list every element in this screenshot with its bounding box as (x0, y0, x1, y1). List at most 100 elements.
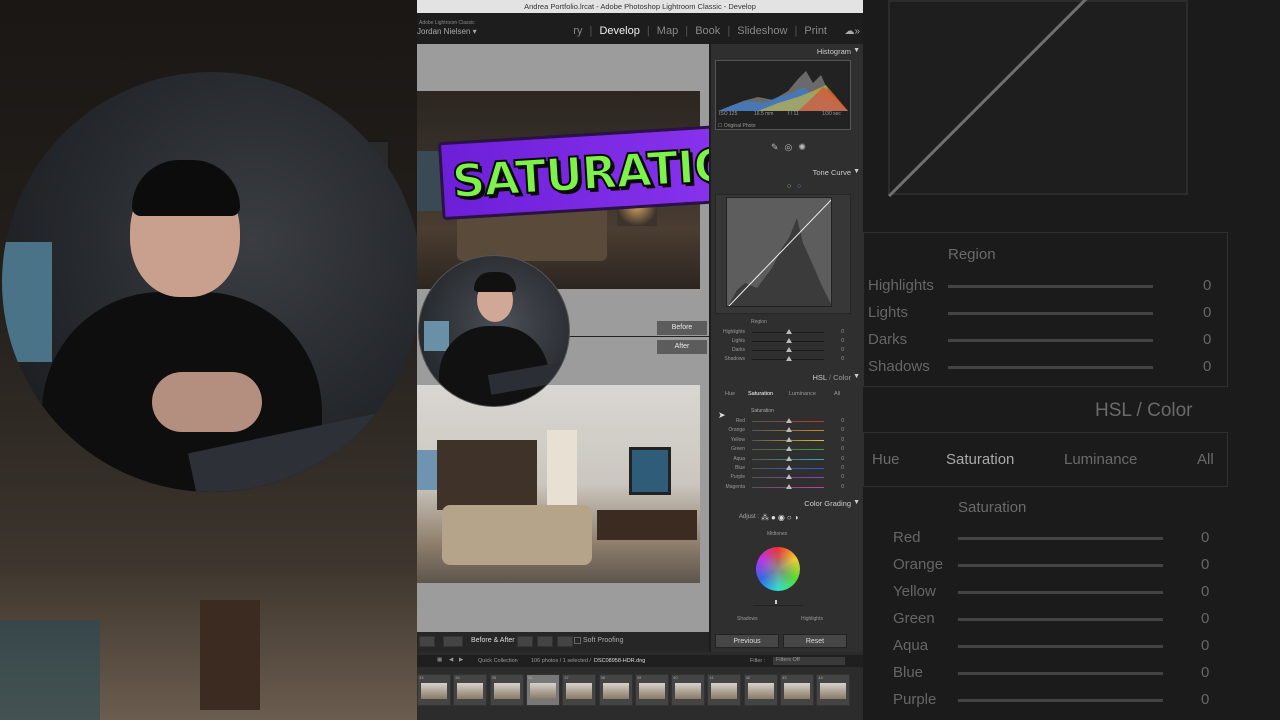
before-after-view-button[interactable] (443, 636, 463, 647)
module-develop[interactable]: Develop (599, 25, 639, 37)
row-value: 0 (841, 338, 844, 344)
region-darks-row[interactable]: Darks 0 (714, 347, 844, 355)
hsl-color-header[interactable]: HSL / Color (812, 373, 851, 382)
filmstrip-thumbnail[interactable]: 42 (743, 674, 778, 706)
slider-knob[interactable] (786, 347, 792, 352)
hsl-row-value: 0 (841, 436, 844, 443)
identity-plate: Adobe Lightroom Classic Jordan Nielsen ▾… (417, 13, 863, 44)
module-book[interactable]: Book (695, 25, 720, 37)
region-lights-row[interactable]: Lights 0 (714, 338, 844, 346)
filmstrip-thumbnail[interactable]: 40 (671, 674, 706, 706)
reset-button[interactable]: Reset (783, 634, 847, 648)
highlights-mode-icon[interactable]: ○ (787, 513, 794, 522)
tone-curve-graph[interactable] (726, 197, 832, 307)
filmstrip-thumbnail[interactable]: 39 (634, 674, 669, 706)
hsl-row-red[interactable]: Red 0 (714, 418, 844, 426)
luminance-slider-track[interactable] (753, 605, 803, 606)
color-grading-collapse-icon[interactable]: ▼ (853, 499, 860, 506)
tab-hue[interactable]: Hue (725, 391, 735, 397)
nav-back-icon[interactable]: ◀ (449, 657, 453, 663)
background-row-label: Shadows (868, 358, 930, 375)
histogram[interactable]: ISO 125 16.5 mm f / 11 1/30 sec (715, 60, 851, 130)
background-hsl-row-track (958, 618, 1163, 621)
filmstrip-thumbnail[interactable]: 37 (562, 674, 597, 706)
original-photo-checkbox[interactable]: ☐ Original Photo (718, 123, 756, 129)
module-map[interactable]: Map (657, 25, 678, 37)
hsl-slider-knob[interactable] (786, 427, 792, 433)
filmstrip-thumbnail[interactable]: 34 (453, 674, 488, 706)
swap-settings-button[interactable] (557, 636, 573, 647)
histogram-collapse-icon[interactable]: ▼ (853, 47, 860, 54)
color-grading-header[interactable]: Color Grading (804, 499, 851, 508)
hsl-row-purple[interactable]: Purple 0 (714, 474, 844, 482)
filmstrip-thumbnail[interactable]: 43 (780, 674, 814, 706)
copy-before-after-button[interactable] (537, 636, 553, 647)
module-slideshow[interactable]: Slideshow (737, 25, 787, 37)
global-mode-icon[interactable]: ◑ (794, 513, 801, 522)
thumbnail-number: 41 (709, 675, 714, 680)
soft-proofing-checkbox[interactable] (574, 637, 581, 644)
green-channel-icon[interactable]: ○ (787, 183, 791, 190)
loupe-view-button[interactable] (419, 636, 435, 647)
module-print[interactable]: Print (804, 25, 827, 37)
blue-channel-icon[interactable]: ○ (797, 183, 801, 190)
hsl-row-label: Orange (728, 427, 745, 434)
tab-saturation[interactable]: Saturation (748, 391, 773, 397)
hsl-slider-knob[interactable] (786, 446, 792, 452)
filmstrip-thumbnail[interactable]: 35 (489, 674, 524, 706)
region-shadows-row[interactable]: Shadows 0 (714, 356, 844, 364)
hsl-slider-knob[interactable] (786, 474, 792, 480)
highlights-label: Highlights (801, 616, 823, 622)
selected-filename[interactable]: DSC08958-HDR.dng (594, 658, 645, 664)
luminance-slider-knob[interactable] (775, 600, 777, 604)
user-name[interactable]: Jordan Nielsen ▾ (417, 27, 477, 36)
tone-curve-collapse-icon[interactable]: ▼ (853, 168, 860, 175)
thumbnail-number: 40 (673, 675, 678, 680)
hsl-slider-knob[interactable] (786, 483, 792, 489)
shadows-mode-icon[interactable]: ● (771, 513, 778, 522)
midtones-mode-icon[interactable]: ◉ (778, 513, 787, 522)
hsl-row-magenta[interactable]: Magenta 0 (714, 483, 844, 492)
slider-knob[interactable] (786, 356, 792, 361)
region-highlights-row[interactable]: Highlights 0 (714, 329, 844, 337)
redeye-tool-icon[interactable]: ◎ (785, 142, 799, 152)
filmstrip-thumbnail[interactable]: 33 (417, 674, 451, 706)
grid-view-icon[interactable]: ▦ (437, 657, 442, 663)
tab-luminance[interactable]: Luminance (789, 391, 816, 397)
histogram-header[interactable]: Histogram (817, 47, 851, 56)
hsl-row-blue[interactable]: Blue 0 (714, 465, 844, 473)
slider-knob[interactable] (786, 329, 792, 334)
after-photo[interactable] (417, 385, 700, 583)
hsl-row-yellow[interactable]: Yellow 0 (714, 436, 844, 445)
collection-name[interactable]: Quick Collection (478, 658, 518, 664)
hsl-row-orange[interactable]: Orange 0 (714, 427, 844, 435)
filter-dropdown[interactable]: Filters Off (773, 657, 845, 665)
healing-tool-icon[interactable]: ✎ (771, 142, 785, 152)
tone-curve-header[interactable]: Tone Curve (813, 168, 851, 177)
hsl-slider-knob[interactable] (786, 465, 792, 470)
tab-all[interactable]: All (834, 391, 840, 397)
filter-label: Filter : (750, 658, 766, 664)
three-way-icon[interactable]: ⁂ (761, 513, 771, 522)
masking-tool-icon[interactable]: ✺ (798, 142, 812, 152)
previous-button[interactable]: Previous (715, 634, 779, 648)
background-hsl-row-track (958, 672, 1163, 675)
module-library-partial[interactable]: ry (573, 25, 582, 37)
cloud-sync-icon[interactable]: ☁» (844, 26, 860, 37)
hsl-slider-knob[interactable] (786, 436, 792, 442)
slider-knob[interactable] (786, 338, 792, 343)
hsl-row-green[interactable]: Green 0 (714, 446, 844, 454)
thumbnail-image (457, 683, 484, 699)
hsl-collapse-icon[interactable]: ▼ (853, 373, 860, 380)
background-row-track (948, 285, 1153, 288)
swap-before-after-button[interactable] (517, 636, 533, 647)
hsl-slider-knob[interactable] (786, 455, 792, 461)
filmstrip-thumbnail[interactable]: 38 (598, 674, 633, 706)
hsl-slider-knob[interactable] (786, 418, 792, 423)
filmstrip-thumbnail[interactable]: 41 (707, 674, 742, 706)
nav-forward-icon[interactable]: ▶ (459, 657, 463, 663)
midtones-color-wheel[interactable] (756, 547, 800, 591)
filmstrip-thumbnail[interactable]: 44 (816, 674, 851, 706)
hsl-row-aqua[interactable]: Aqua 0 (714, 455, 844, 464)
filmstrip-thumbnail[interactable]: 36 (525, 674, 560, 706)
